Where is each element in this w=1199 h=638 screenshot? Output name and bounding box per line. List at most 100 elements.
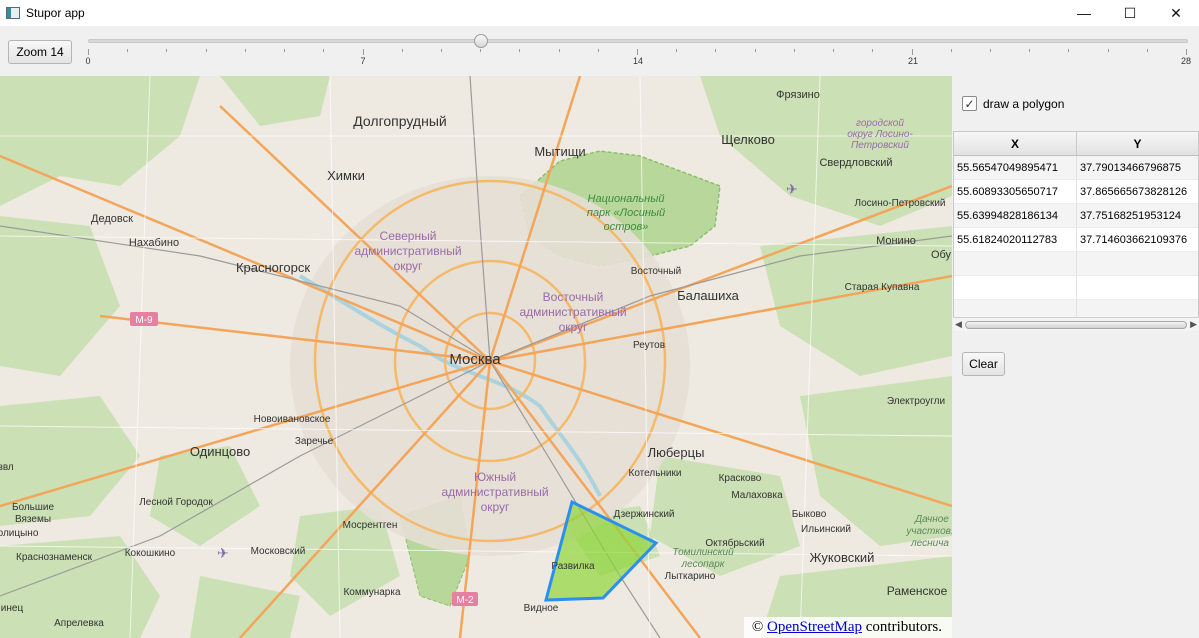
draw-polygon-toggle[interactable]: ✓ draw a polygon (962, 96, 1064, 111)
map-label: Химки (327, 168, 365, 183)
osm-link[interactable]: OpenStreetMap (767, 619, 862, 635)
slider-track[interactable] (88, 39, 1188, 43)
map-label: Обу (931, 249, 952, 261)
zoom-slider[interactable]: 0 7 14 21 28 (85, 34, 1191, 74)
slider-tick (872, 49, 874, 52)
map-label: Одинцово (190, 444, 250, 459)
map-label: Москва (449, 351, 501, 368)
map-label: Краснознаменск (16, 552, 93, 563)
slider-tick-label: 0 (85, 56, 91, 66)
slider-tick (205, 49, 207, 52)
map-label: Московский (251, 546, 306, 557)
scroll-left-icon[interactable]: ◀ (955, 319, 962, 330)
cell-y[interactable]: 37.714603662109376 (1077, 228, 1198, 251)
map-canvas[interactable]: ✈ ✈ М-9 М-2 Долгопрудный Мытищи Щелково … (0, 76, 952, 638)
map-label: городской (856, 118, 904, 129)
table-row-empty[interactable] (954, 252, 1198, 276)
scroll-right-icon[interactable]: ▶ (1190, 319, 1197, 330)
map-label: Кокошкино (125, 548, 176, 559)
column-header-x[interactable]: X (954, 132, 1077, 155)
highway-shield-m9: М-9 (135, 315, 153, 326)
slider-tick (401, 49, 403, 52)
map-label: Национальный (588, 193, 665, 205)
slider-tick (793, 49, 795, 52)
map-label: Томилинский (672, 547, 734, 558)
cell-y[interactable] (1077, 252, 1198, 275)
map-label: Балашиха (677, 288, 740, 303)
map-label: Люберцы (648, 445, 705, 460)
cell-y[interactable]: 37.75168251953124 (1077, 204, 1198, 227)
side-panel: ✓ draw a polygon X Y 55.56547049895471 3… (952, 76, 1199, 638)
slider-tick (754, 49, 756, 52)
table-row[interactable]: 55.61824020112783 37.714603662109376 (954, 228, 1198, 252)
cell-x[interactable] (954, 252, 1077, 275)
maximize-button[interactable]: ☐ (1107, 0, 1153, 26)
slider-tick (1068, 49, 1070, 52)
map-label: остров» (604, 221, 649, 233)
table-body: 55.56547049895471 37.79013466796875 55.6… (954, 156, 1198, 324)
map-label: парк «Лосиный (587, 207, 665, 219)
map-label: Котельники (629, 468, 682, 479)
map-view[interactable]: ✈ ✈ М-9 М-2 Долгопрудный Мытищи Щелково … (0, 76, 952, 638)
slider-tick (950, 49, 952, 52)
cell-x[interactable]: 55.61824020112783 (954, 228, 1077, 251)
table-row[interactable]: 55.63994828186134 37.75168251953124 (954, 204, 1198, 228)
slider-tick (88, 49, 89, 55)
draw-polygon-label[interactable]: draw a polygon (983, 97, 1064, 111)
map-label: округ (394, 259, 423, 273)
map-label: Апрелевка (54, 618, 104, 629)
coordinates-table[interactable]: X Y 55.56547049895471 37.79013466796875 … (953, 131, 1199, 331)
slider-tick (715, 49, 717, 52)
zoom-button[interactable]: Zoom 14 (8, 40, 72, 64)
scrollbar-thumb[interactable] (965, 321, 1187, 329)
map-label: Фрязино (776, 89, 820, 101)
map-label: Свердловский (819, 157, 892, 169)
slider-tick (284, 49, 286, 52)
cell-x[interactable]: 55.56547049895471 (954, 156, 1077, 179)
map-label: Щелково (721, 132, 775, 147)
window-controls: — ☐ ✕ (1061, 0, 1199, 26)
column-header-y[interactable]: Y (1077, 132, 1198, 155)
map-label: Красногорск (236, 260, 310, 275)
map-label: Раменское (887, 584, 948, 598)
table-horizontal-scrollbar[interactable]: ◀ ▶ (953, 317, 1199, 331)
table-row-empty[interactable] (954, 276, 1198, 300)
window-title: Stupor app (26, 6, 85, 20)
map-label: округ (481, 500, 510, 514)
cell-x[interactable]: 55.60893305650717 (954, 180, 1077, 203)
map-label: леснича (910, 538, 949, 549)
map-label: Малаховка (731, 490, 783, 501)
cell-x[interactable] (954, 276, 1077, 299)
draw-polygon-checkbox[interactable]: ✓ (962, 96, 977, 111)
clear-button[interactable]: Clear (962, 352, 1005, 376)
slider-tick (911, 49, 913, 55)
map-attribution: © OpenStreetMap contributors. (743, 617, 952, 638)
cell-y[interactable]: 37.79013466796875 (1077, 156, 1198, 179)
map-label: Петровский (851, 140, 909, 151)
slider-tick (362, 49, 364, 55)
airport-icon: ✈ (786, 181, 798, 197)
slider-tick (519, 49, 521, 52)
slider-tick (440, 49, 442, 52)
map-label: Северный (380, 229, 437, 243)
cell-x[interactable]: 55.63994828186134 (954, 204, 1077, 227)
map-label: Дачное (914, 514, 949, 525)
slider-thumb[interactable] (473, 34, 488, 48)
cell-y[interactable] (1077, 276, 1198, 299)
slider-tick (323, 49, 325, 52)
minimize-button[interactable]: — (1061, 0, 1107, 26)
table-row[interactable]: 55.56547049895471 37.79013466796875 (954, 156, 1198, 180)
airport-icon: ✈ (217, 545, 229, 561)
slider-tick-label: 7 (360, 56, 366, 66)
map-label: звл (0, 462, 14, 473)
attribution-suffix: contributors. (862, 619, 942, 635)
close-button[interactable]: ✕ (1153, 0, 1199, 26)
table-row[interactable]: 55.60893305650717 37.865665673828126 (954, 180, 1198, 204)
map-label: Мытищи (534, 144, 585, 159)
slider-tick (480, 49, 482, 52)
cell-y[interactable]: 37.865665673828126 (1077, 180, 1198, 203)
slider-tick (833, 49, 835, 52)
map-label: Нахабино (129, 237, 179, 249)
map-label: Жуковский (810, 550, 875, 565)
slider-tick (1107, 49, 1109, 52)
